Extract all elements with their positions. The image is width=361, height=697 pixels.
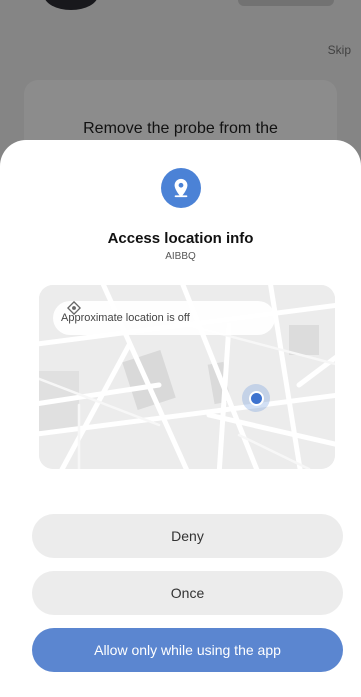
location-pin-icon xyxy=(161,168,201,208)
deny-button[interactable]: Deny xyxy=(32,514,343,558)
current-location-marker xyxy=(242,384,270,412)
location-permission-sheet: Access location info AIBBQ Approximate l… xyxy=(0,140,361,697)
location-map: Approximate location is off xyxy=(39,285,335,469)
dialog-title: Access location info xyxy=(107,230,254,247)
approximate-location-chip: Approximate location is off xyxy=(53,301,275,335)
crosshair-icon xyxy=(67,301,81,315)
current-location-dot xyxy=(248,390,264,406)
once-button[interactable]: Once xyxy=(32,571,343,615)
app-name: AIBBQ xyxy=(165,251,196,262)
allow-while-using-button[interactable]: Allow only while using the app xyxy=(32,628,343,672)
